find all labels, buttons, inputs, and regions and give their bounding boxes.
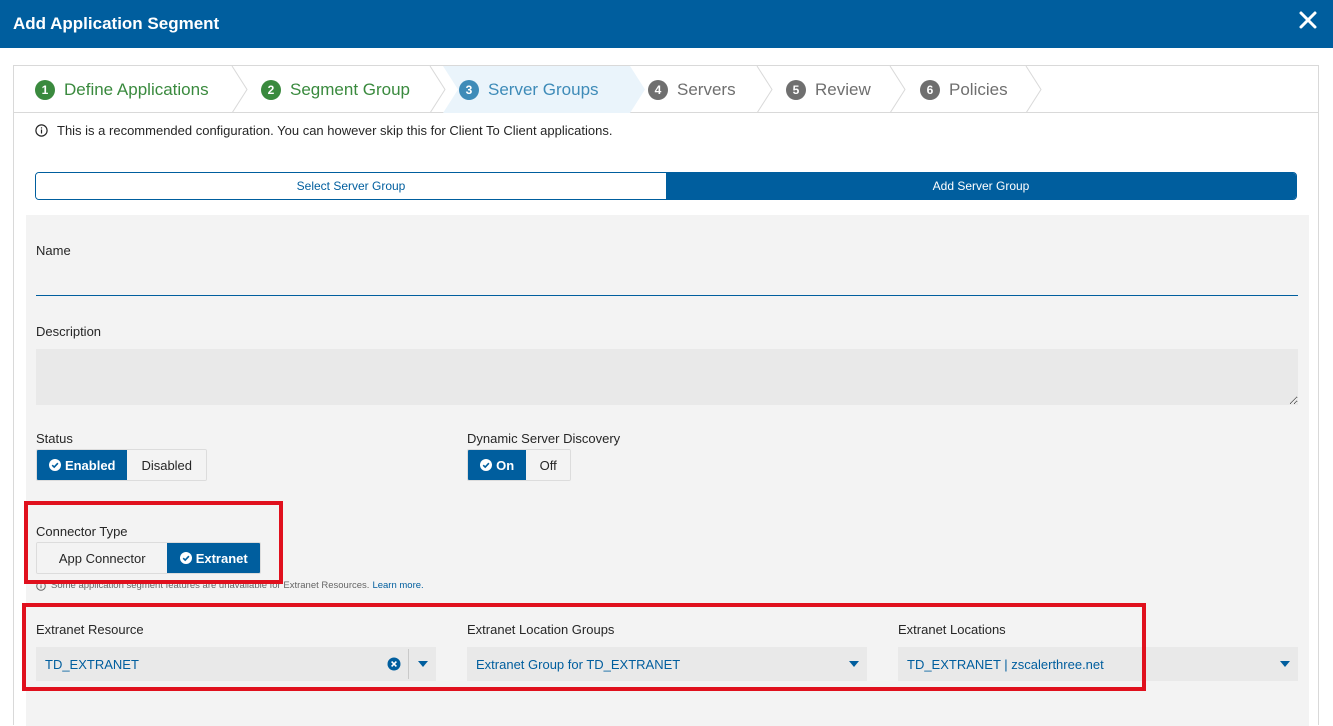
name-label: Name [36, 243, 71, 258]
extranet-locations-label: Extranet Locations [898, 622, 1006, 637]
check-circle-icon [48, 459, 61, 471]
extranet-locations-select[interactable]: TD_EXTRANET | zscalerthree.net [898, 647, 1298, 681]
extranet-location-groups-select[interactable]: Extranet Group for TD_EXTRANET [467, 647, 867, 681]
wizard-stepper: 1 Define Applications 2 Segment Group 3 … [14, 66, 1318, 113]
step-number: 6 [920, 79, 940, 100]
select-divider [408, 649, 409, 679]
extranet-button[interactable]: Extranet [167, 543, 260, 573]
chevron-down-icon[interactable] [418, 661, 428, 667]
step-server-groups[interactable]: 3 Server Groups [459, 66, 599, 113]
connector-type-toggle: App Connector Extranet [36, 542, 261, 574]
add-server-group-form: Name Description Status Enabled Disabled… [26, 215, 1309, 726]
step-number: 4 [648, 79, 668, 100]
info-message: This is a recommended configuration. You… [35, 123, 612, 138]
check-circle-icon [480, 459, 493, 471]
step-number: 1 [35, 79, 55, 100]
step-segment-group[interactable]: 2 Segment Group [261, 66, 410, 113]
step-servers[interactable]: 4 Servers [648, 66, 736, 113]
status-enabled-button[interactable]: Enabled [37, 450, 128, 480]
step-label: Server Groups [488, 79, 599, 99]
extranet-location-groups-label: Extranet Location Groups [467, 622, 615, 637]
extranet-label: Extranet [195, 550, 248, 566]
step-number: 2 [261, 79, 281, 100]
app-connector-button[interactable]: App Connector [37, 543, 168, 573]
extranet-note: Some application segment features are un… [36, 580, 424, 591]
status-toggle: Enabled Disabled [36, 449, 207, 481]
server-group-mode-switch: Select Server Group Add Server Group [35, 172, 1297, 200]
extranet-location-groups-value: Extranet Group for TD_EXTRANET [476, 656, 681, 672]
description-textarea[interactable] [36, 349, 1298, 405]
step-label: Define Applications [64, 79, 209, 99]
discovery-off-button[interactable]: Off [526, 450, 570, 480]
connector-type-label: Connector Type [36, 524, 128, 539]
clear-icon[interactable] [387, 657, 401, 671]
step-policies[interactable]: 6 Policies [920, 66, 1008, 113]
select-server-group-tab[interactable]: Select Server Group [36, 173, 666, 199]
extranet-resource-select[interactable]: TD_EXTRANET [36, 647, 436, 681]
check-circle-icon [179, 552, 192, 564]
add-server-group-tab[interactable]: Add Server Group [666, 173, 1296, 199]
wizard-panel: 1 Define Applications 2 Segment Group 3 … [13, 65, 1319, 726]
step-number: 5 [786, 79, 806, 100]
dynamic-discovery-toggle: On Off [467, 449, 571, 481]
status-enabled-label: Enabled [64, 457, 116, 473]
step-review[interactable]: 5 Review [786, 66, 871, 113]
info-icon [36, 580, 46, 591]
extranet-resource-label: Extranet Resource [36, 622, 144, 637]
step-label: Servers [677, 79, 736, 99]
step-label: Segment Group [290, 79, 411, 99]
step-define-applications[interactable]: 1 Define Applications [35, 66, 209, 113]
chevron-down-icon[interactable] [1280, 661, 1290, 667]
step-separator-icon [429, 66, 446, 113]
status-disabled-button[interactable]: Disabled [127, 450, 206, 480]
learn-more-link[interactable]: Learn more. [372, 580, 423, 591]
extranet-resource-value: TD_EXTRANET [45, 656, 139, 672]
step-number: 3 [459, 79, 479, 100]
description-label: Description [36, 324, 102, 339]
chevron-down-icon[interactable] [849, 661, 859, 667]
step-label: Review [815, 79, 871, 99]
step-separator-icon [889, 66, 906, 113]
info-text: This is a recommended configuration. You… [57, 123, 613, 138]
step-separator-icon [756, 66, 773, 113]
step-separator-icon [231, 66, 248, 113]
extranet-locations-value: TD_EXTRANET | zscalerthree.net [907, 656, 1104, 672]
extranet-note-text: Some application segment features are un… [51, 580, 370, 591]
info-icon [35, 124, 48, 137]
dynamic-discovery-label: Dynamic Server Discovery [467, 431, 621, 446]
step-separator-icon [1025, 66, 1042, 113]
discovery-on-label: On [496, 457, 515, 473]
discovery-on-button[interactable]: On [468, 450, 527, 480]
name-input[interactable] [36, 295, 1298, 296]
status-label: Status [36, 431, 73, 446]
dialog-header: Add Application Segment [0, 0, 1333, 48]
close-icon[interactable] [1295, 7, 1321, 33]
step-label: Policies [949, 79, 1008, 99]
dialog-title: Add Application Segment [13, 14, 220, 33]
